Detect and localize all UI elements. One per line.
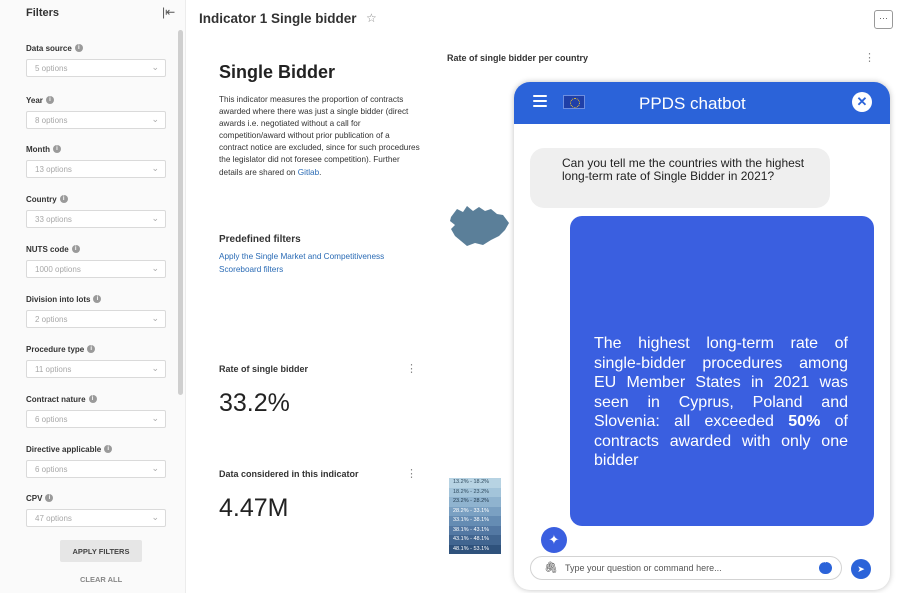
chevron-down-icon: ⌄	[151, 413, 159, 423]
legend-item: 23.2% - 28.2%	[449, 497, 501, 507]
data-kebab-icon[interactable]: ⋮	[406, 469, 417, 480]
info-icon[interactable]: i	[71, 245, 80, 253]
filter-nuts-code: NUTS code i 1000 options ⌄	[26, 243, 166, 278]
info-icon[interactable]: i	[74, 44, 83, 52]
paperclip-icon[interactable]: 🖇	[544, 561, 558, 574]
filter-label: Year	[26, 95, 43, 105]
predefined-filters-link[interactable]: Apply the Single Market and Competitiven…	[219, 251, 399, 276]
info-icon[interactable]: i	[59, 195, 68, 203]
page-title: Indicator 1 Single bidder	[199, 11, 357, 26]
legend-item: 13.2% - 18.2%	[449, 478, 501, 488]
division-into-lots-select[interactable]: 2 options ⌄	[26, 310, 166, 328]
filter-year: Year i 8 options ⌄	[26, 94, 166, 129]
legend-item: 38.1% - 43.1%	[449, 525, 501, 535]
collapse-left-icon[interactable]: |⇤	[162, 5, 175, 19]
filter-label: Procedure type	[26, 344, 85, 354]
filter-procedure-type: Procedure type i 11 options ⌄	[26, 343, 166, 378]
info-icon[interactable]: i	[53, 145, 61, 153]
filter-label: Division into lots	[26, 294, 91, 304]
menu-icon[interactable]	[533, 95, 547, 107]
info-icon[interactable]: i	[88, 395, 97, 403]
map-legend: 13.2% - 18.2% 18.2% - 23.2% 23.2% - 28.2…	[449, 478, 501, 554]
sidebar-scrollbar[interactable]	[178, 30, 183, 395]
filter-contract-nature: Contract nature i 6 options ⌄	[26, 393, 166, 428]
clear-all-link[interactable]: CLEAR ALL	[80, 575, 122, 584]
info-icon[interactable]: i	[45, 96, 54, 104]
predefined-filters-title: Predefined filters	[219, 234, 301, 245]
nuts-code-select[interactable]: 1000 options ⌄	[26, 260, 166, 278]
user-message: Can you tell me the countries with the h…	[530, 148, 830, 208]
indicator-description: This indicator measures the proportion o…	[219, 95, 420, 177]
iceland-map-shape[interactable]	[447, 203, 511, 249]
filter-country: Country i 33 options ⌄	[26, 193, 166, 228]
chevron-down-icon: ⌄	[151, 263, 159, 273]
apply-filters-button[interactable]: APPLY FILTERS	[60, 540, 142, 562]
filters-title: Filters	[26, 7, 60, 19]
filter-division-into-lots: Division into lots i 2 options ⌄	[26, 293, 166, 328]
star-icon[interactable]: ☆	[366, 11, 377, 25]
chevron-down-icon: ⌄	[151, 363, 159, 373]
chevron-down-icon: ⌄	[151, 62, 159, 72]
filters-sidebar: Filters |⇤ Data source i 5 options ⌄ Year i…	[0, 0, 186, 593]
chevron-down-icon: ⌄	[151, 512, 159, 522]
chevron-down-icon: ⌄	[151, 114, 159, 124]
info-icon[interactable]: i	[87, 345, 96, 353]
chevron-down-icon: ⌄	[151, 213, 159, 223]
filter-month: Month i 13 options ⌄	[26, 143, 166, 178]
close-icon[interactable]: ✕	[852, 92, 872, 112]
chatbot-window: PPDS chatbot ✕ Can you tell me the count…	[514, 82, 890, 590]
legend-item: 28.2% - 33.1%	[449, 506, 501, 516]
chat-messages: Can you tell me the countries with the h…	[514, 124, 890, 553]
eu-flag-icon	[563, 95, 585, 109]
legend-item: 18.2% - 23.2%	[449, 487, 501, 497]
chevron-down-icon: ⌄	[151, 463, 159, 473]
legend-item: 33.1% - 38.1%	[449, 516, 501, 526]
map-kebab-icon[interactable]: ⋮	[864, 53, 875, 64]
indicator-title: Single Bidder	[219, 62, 336, 82]
data-metric-title: Data considered in this indicator	[219, 469, 359, 479]
speech-bubble-icon[interactable]	[819, 560, 832, 574]
filter-cpv: CPV i 47 options ⌄	[26, 492, 166, 527]
data-metric-value: 4.47M	[219, 494, 289, 522]
info-icon[interactable]: i	[93, 295, 102, 303]
year-select[interactable]: 8 options ⌄	[26, 111, 166, 129]
procedure-type-select[interactable]: 11 options ⌄	[26, 360, 166, 378]
cpv-select[interactable]: 47 options ⌄	[26, 509, 166, 527]
bot-message: The highest long-term rate of single-bid…	[570, 216, 874, 526]
filter-label: Month	[26, 144, 50, 154]
legend-item: 43.1% - 48.1%	[449, 535, 501, 545]
filter-label: NUTS code	[26, 244, 69, 254]
filter-data-source: Data source i 5 options ⌄	[26, 42, 166, 77]
send-button[interactable]: ➤	[851, 559, 871, 579]
rate-kebab-icon[interactable]: ⋮	[406, 364, 417, 375]
chat-input-box: 🖇	[530, 556, 842, 580]
chevron-down-icon: ⌄	[151, 313, 159, 323]
filter-label: Data source	[26, 43, 72, 53]
rate-metric-value: 33.2%	[219, 389, 290, 417]
info-icon[interactable]: i	[104, 445, 113, 453]
chat-input[interactable]	[565, 560, 805, 576]
rate-metric-title: Rate of single bidder	[219, 364, 309, 374]
map-title: Rate of single bidder per country	[447, 53, 589, 63]
filter-label: Country	[26, 194, 57, 204]
chatbot-title: PPDS chatbot	[639, 94, 746, 113]
directive-applicable-select[interactable]: 6 options ⌄	[26, 460, 166, 478]
filter-label: Directive applicable	[26, 444, 102, 454]
more-options-button[interactable]: ···	[874, 10, 893, 29]
legend-item: 48.1% - 53.1%	[449, 544, 501, 554]
country-select[interactable]: 33 options ⌄	[26, 210, 166, 228]
filter-label: Contract nature	[26, 394, 86, 404]
month-select[interactable]: 13 options ⌄	[26, 160, 166, 178]
filter-directive-applicable: Directive applicable i 6 options ⌄	[26, 443, 166, 478]
gitlab-link[interactable]: Gitlab	[298, 168, 319, 177]
contract-nature-select[interactable]: 6 options ⌄	[26, 410, 166, 428]
chatbot-header: PPDS chatbot ✕	[514, 82, 890, 124]
sparkle-icon: ✦	[541, 527, 567, 553]
info-icon[interactable]: i	[45, 494, 54, 502]
chevron-down-icon: ⌄	[151, 163, 159, 173]
data-source-select[interactable]: 5 options ⌄	[26, 59, 166, 77]
filter-label: CPV	[26, 493, 43, 503]
